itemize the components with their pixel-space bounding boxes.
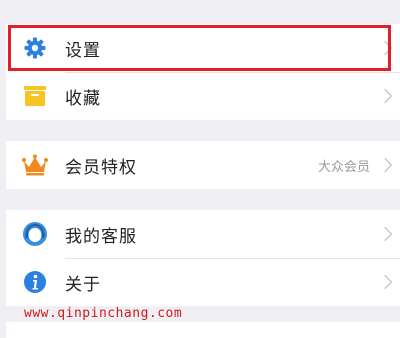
- info-icon: [22, 269, 48, 295]
- chevron-right-icon: [377, 226, 393, 242]
- next-group-card: [6, 322, 400, 338]
- menu-item-customer-service[interactable]: 我的客服: [6, 210, 400, 258]
- menu-item-about-label: 关于: [65, 274, 101, 295]
- menu-item-favorites[interactable]: 收藏: [6, 72, 400, 120]
- menu-item-settings-label: 设置: [65, 40, 101, 61]
- menu-group-vip: 会员特权 大众会员: [6, 141, 400, 189]
- chevron-right-icon: [377, 88, 393, 104]
- menu-item-settings[interactable]: 设置: [6, 24, 400, 72]
- gear-icon: [22, 35, 48, 61]
- settings-page: 设置 收藏 会员特权 大众会员 我的客服 关于 www.qinpinchang.…: [0, 0, 400, 338]
- menu-item-vip[interactable]: 会员特权 大众会员: [6, 141, 400, 189]
- menu-item-about[interactable]: 关于: [6, 258, 400, 306]
- chevron-right-icon: [377, 274, 393, 290]
- menu-group-primary: 设置 收藏: [6, 24, 400, 120]
- menu-item-vip-label: 会员特权: [65, 157, 137, 178]
- folder-icon: [22, 83, 48, 109]
- vip-level-value: 大众会员: [317, 159, 370, 175]
- crown-icon: [22, 152, 48, 178]
- menu-item-customer-service-label: 我的客服: [65, 226, 137, 247]
- chevron-right-icon: [377, 40, 393, 56]
- headset-icon: [22, 221, 48, 247]
- menu-group-secondary: 我的客服 关于: [6, 210, 400, 306]
- menu-item-favorites-label: 收藏: [65, 88, 101, 109]
- watermark-text: www.qinpinchang.com: [24, 306, 183, 321]
- chevron-right-icon: [377, 157, 393, 173]
